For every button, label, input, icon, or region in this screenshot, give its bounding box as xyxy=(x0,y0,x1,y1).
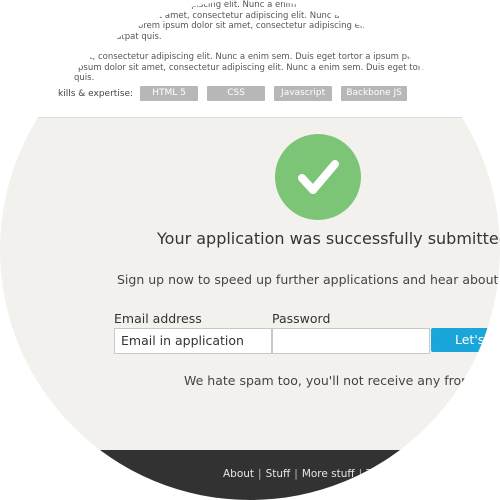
submit-button[interactable]: Let's xyxy=(431,328,500,352)
text-line: t sit amet, consectetur adipiscing elit.… xyxy=(146,10,364,21)
background-description-text: r adipiscing elit. Nunc a enim t sit ame… xyxy=(60,0,500,84)
email-label: Email address xyxy=(114,311,202,326)
zoom-lens: r adipiscing elit. Nunc a enim t sit ame… xyxy=(0,0,500,500)
text-line: orem ipsum dolor sit amet, consectetur a… xyxy=(138,21,428,31)
footer-link-stuff[interactable]: Stuff xyxy=(266,468,291,480)
password-field[interactable] xyxy=(272,328,430,354)
signup-prompt: Sign up now to speed up further applicat… xyxy=(117,272,500,287)
footer-links: About | Stuff | More stuff | Ter xyxy=(223,468,382,480)
footer-separator: | xyxy=(358,468,363,480)
footer-separator: | xyxy=(294,468,298,480)
skill-tag-html5[interactable]: HTML 5 xyxy=(140,86,199,101)
skill-tag-javascript[interactable]: Javascript xyxy=(274,86,333,101)
skill-tag-backbone[interactable]: Backbone JS xyxy=(341,86,408,101)
text-line: utpat quis. xyxy=(116,31,162,42)
text-line: quis. xyxy=(74,73,95,83)
footer-link-about[interactable]: About xyxy=(223,468,254,480)
footer-separator: | xyxy=(258,468,262,480)
text-line: psum dolor sit amet, consectetur adipisc… xyxy=(78,62,442,73)
footer-link-more-stuff[interactable]: More stuff xyxy=(302,468,355,480)
skills-row: kills & expertise: HTML 5 CSS Javascript… xyxy=(58,86,416,101)
text-line: et, consectetur adipiscing elit. Nunc a … xyxy=(84,52,450,62)
checkmark-icon xyxy=(298,160,339,194)
text-spacer xyxy=(60,42,500,52)
skills-label: kills & expertise: xyxy=(58,88,134,99)
spam-note: We hate spam too, you'll not receive any… xyxy=(184,373,496,388)
email-field[interactable]: Email in application xyxy=(114,328,272,354)
success-badge xyxy=(275,134,361,220)
text-line: r adipiscing elit. Nunc a enim xyxy=(172,0,297,10)
skill-tag-css[interactable]: CSS xyxy=(207,86,266,101)
password-label: Password xyxy=(272,311,331,326)
success-headline: Your application was successfully submit… xyxy=(157,229,500,248)
footer-link-terms[interactable]: Ter xyxy=(366,468,381,480)
